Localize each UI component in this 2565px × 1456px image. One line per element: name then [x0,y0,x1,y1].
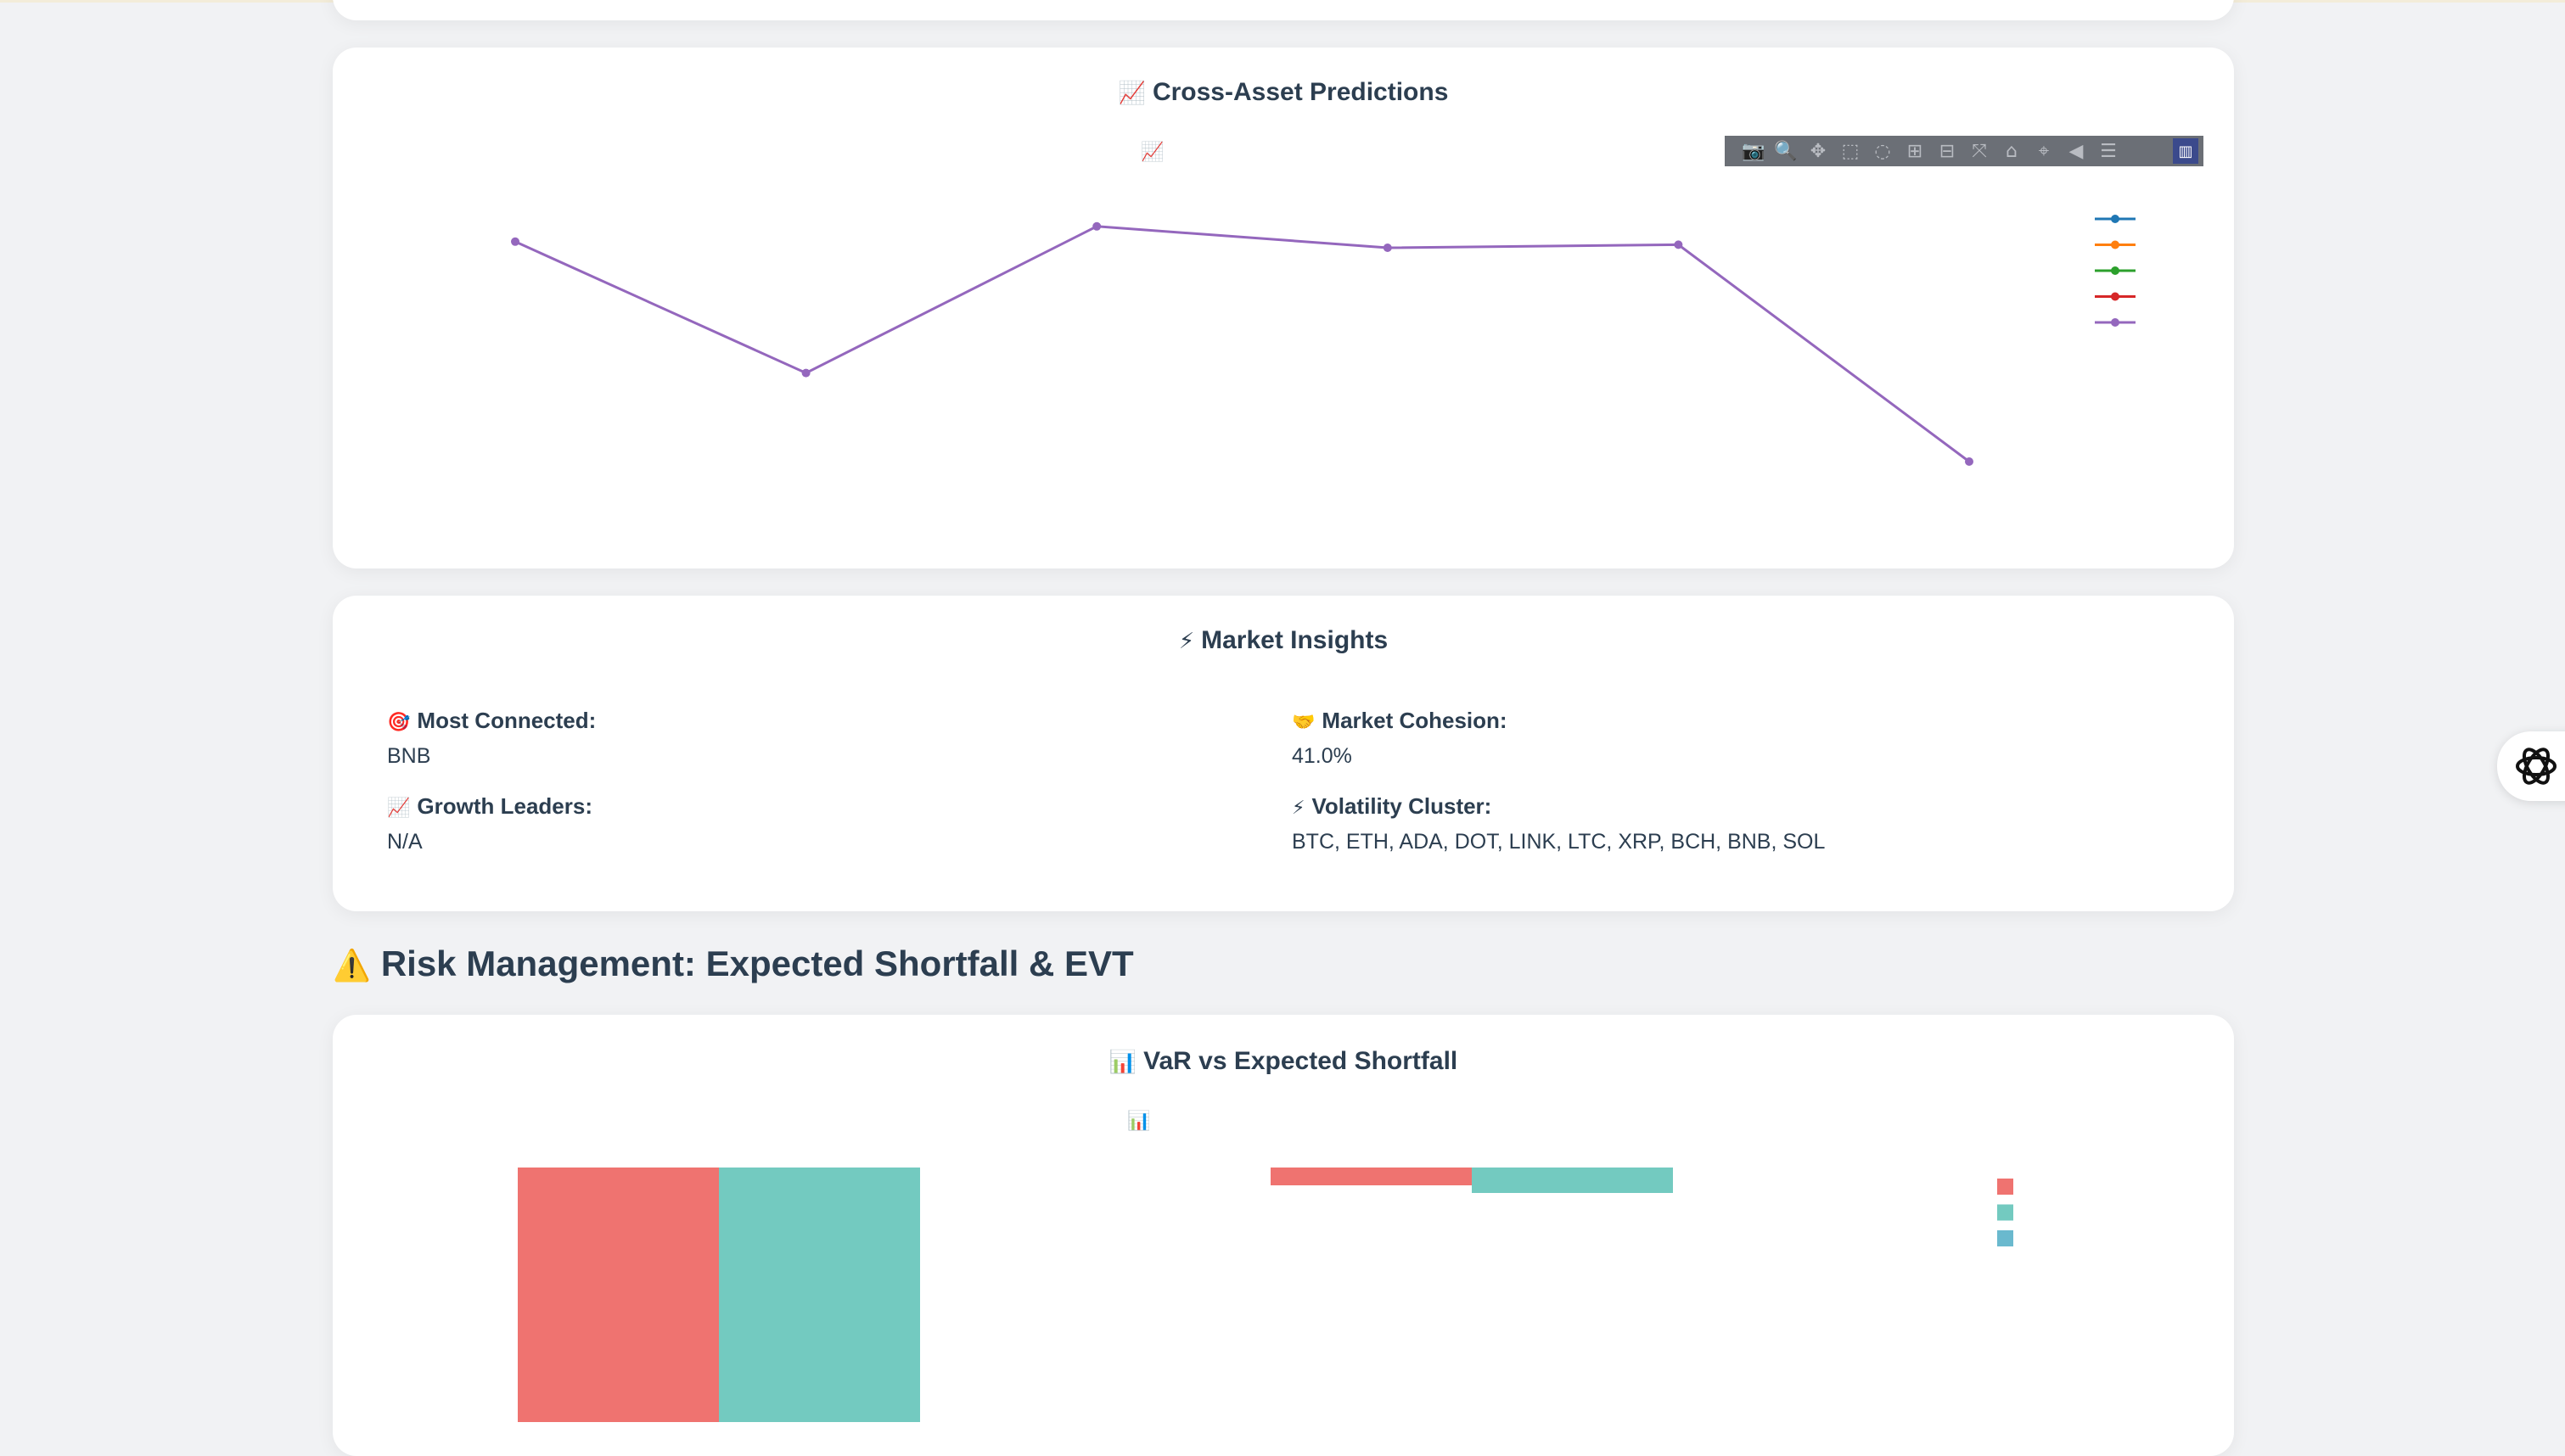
var-es-bar-chart[interactable] [0,0,2565,1422]
legend-swatch[interactable] [1997,1230,2013,1246]
assistant-button[interactable] [2497,731,2565,801]
bar[interactable] [1271,1168,1472,1185]
openai-icon [2516,748,2557,785]
bar[interactable] [518,1168,719,1422]
bar[interactable] [719,1168,920,1422]
legend-swatch[interactable] [1997,1204,2013,1221]
bar[interactable] [1472,1168,1673,1193]
legend-swatch[interactable] [1997,1179,2013,1195]
